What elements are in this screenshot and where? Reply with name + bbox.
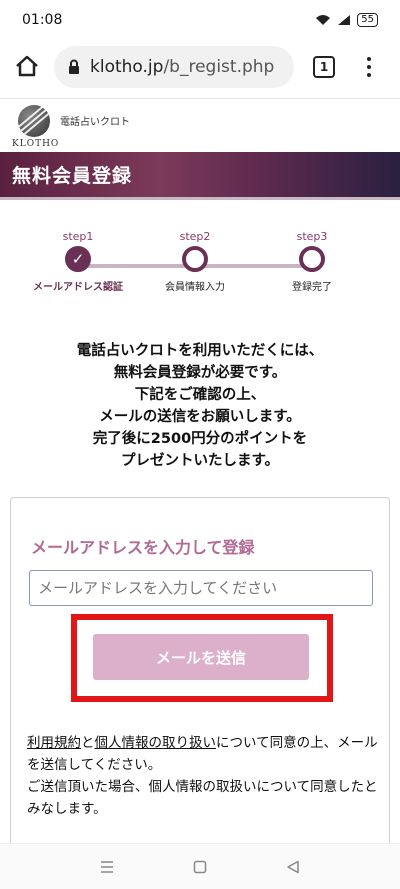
status-time: 01:08	[22, 12, 63, 28]
home-nav-icon[interactable]	[190, 857, 210, 877]
page-title: 無料会員登録	[12, 165, 133, 187]
page-title-band: 無料会員登録	[0, 152, 400, 200]
battery-icon: 55	[357, 13, 378, 27]
form-heading: メールアドレスを入力して登録	[31, 538, 255, 557]
step-label: メールアドレス認証	[33, 282, 123, 293]
url-text: klotho.jp/b_regist.php	[90, 57, 274, 77]
tabs-icon[interactable]: 1	[313, 56, 335, 78]
intro-line: 電話占いクロトを利用いただくには、	[76, 343, 324, 359]
step-circle	[182, 246, 208, 272]
home-icon[interactable]	[14, 53, 40, 79]
intro-line: メールの送信をお願いします。	[99, 409, 301, 425]
site-logo[interactable]: KLOTHO	[12, 105, 62, 151]
step-3: step3 登録完了	[252, 230, 372, 293]
url-path: /b_regist.php	[163, 57, 275, 77]
more-vert-icon[interactable]	[362, 54, 376, 80]
intro-line: 下記をご確認の上、	[134, 387, 266, 403]
step-label: 登録完了	[292, 282, 332, 293]
step-number: step1	[62, 230, 94, 243]
lock-icon	[69, 59, 79, 74]
step-2: step2 会員情報入力	[135, 230, 255, 293]
back-icon[interactable]	[283, 857, 303, 877]
email-input[interactable]	[29, 570, 373, 606]
status-icons: 55	[315, 13, 378, 27]
send-email-button[interactable]: メールを送信	[93, 634, 309, 680]
signal-icon	[338, 15, 351, 25]
step-number: step2	[179, 230, 211, 243]
status-bar: 01:08 55	[0, 0, 400, 40]
step-circle	[299, 246, 325, 272]
site-tagline: 電話占いクロト	[60, 117, 130, 128]
intro-text: 電話占いクロトを利用いただくには、 無料会員登録が必要です。 下記をご確認の上、…	[0, 340, 400, 472]
wifi-icon	[316, 15, 331, 25]
browser-toolbar: klotho.jp/b_regist.php 1	[0, 40, 400, 98]
system-nav-bar	[0, 843, 400, 889]
intro-line: 完了後に2500円分のポイントを	[92, 431, 308, 447]
terms-text: 利用規約と個人情報の取り扱いについて同意の上、メールを送信してください。 ご送信…	[27, 732, 379, 820]
url-domain: klotho.jp	[90, 57, 164, 77]
registration-form: メールアドレスを入力して登録 メールを送信 利用規約と個人情報の取り扱いについて…	[10, 497, 390, 857]
terms-and: と	[81, 735, 95, 751]
terms-text-2: ご送信頂いた場合、個人情報の取扱いについて同意したとみなします。	[27, 779, 378, 817]
step-label: 会員情報入力	[165, 282, 225, 293]
registration-steps: step1 ✓ メールアドレス認証 step2 会員情報入力 step3 登録完…	[0, 230, 400, 310]
logo-text: KLOTHO	[12, 139, 60, 149]
recents-icon[interactable]	[97, 857, 117, 877]
logo-mark	[18, 105, 50, 137]
step-1: step1 ✓ メールアドレス認証	[18, 230, 138, 293]
check-icon: ✓	[65, 246, 91, 272]
intro-line: 無料会員登録が必要です。	[113, 365, 287, 381]
privacy-link[interactable]: 個人情報の取り扱い	[95, 735, 217, 751]
terms-link[interactable]: 利用規約	[27, 735, 81, 751]
step-number: step3	[296, 230, 328, 243]
intro-line: プレゼントいたします。	[120, 453, 280, 469]
address-bar[interactable]: klotho.jp/b_regist.php	[54, 46, 294, 88]
site-header: KLOTHO 電話占いクロト	[0, 98, 400, 152]
